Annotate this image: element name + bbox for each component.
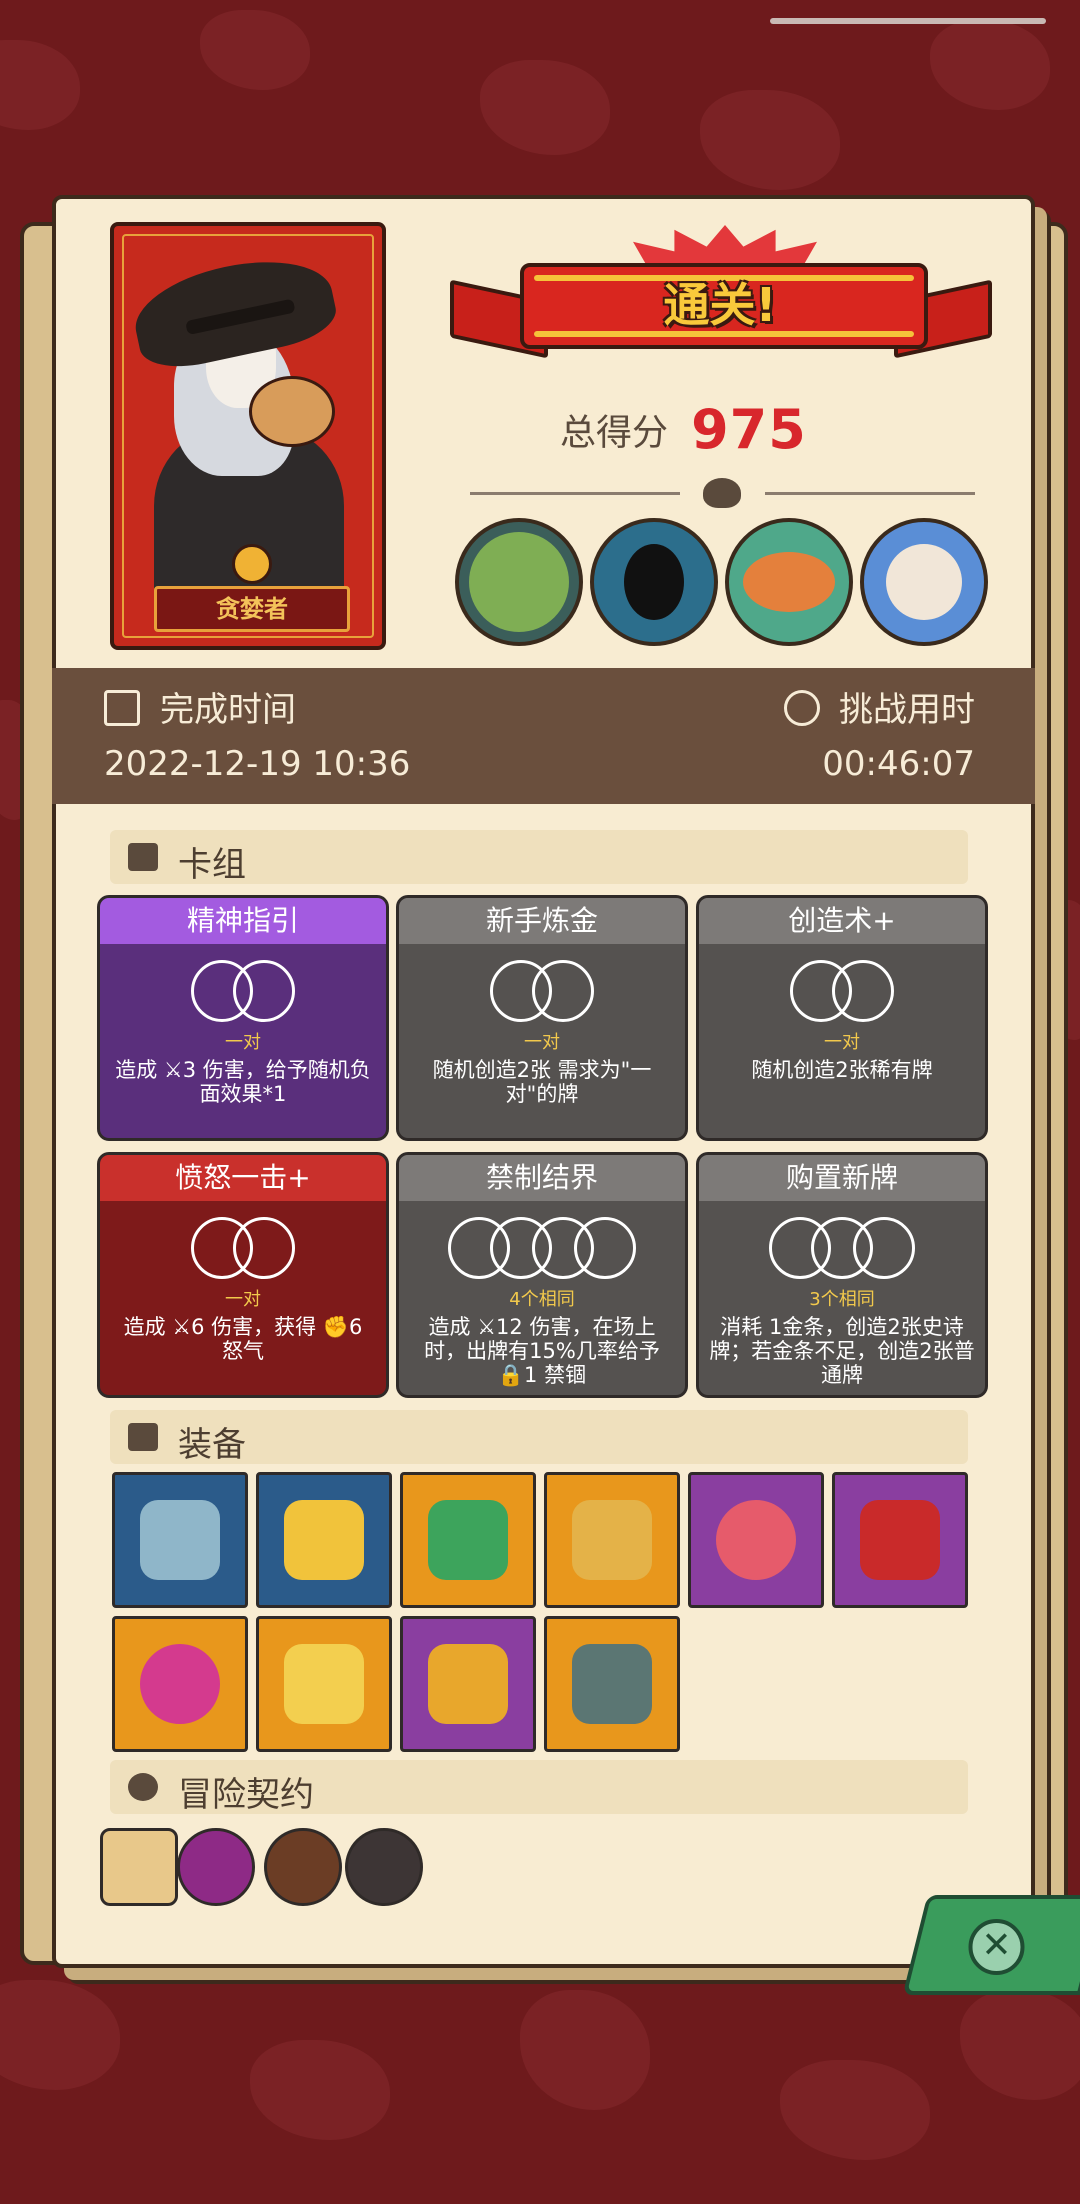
character-emblem-icon — [232, 544, 272, 584]
close-icon: ✕ — [968, 1919, 1025, 1975]
card-name: 新手炼金 — [399, 898, 685, 944]
skull-icon — [703, 478, 741, 508]
boss-knight-avatar[interactable] — [455, 518, 583, 646]
person-icon — [128, 1773, 158, 1801]
finish-time-value: 2022-12-19 10:36 — [104, 744, 411, 784]
deck-card[interactable]: 创造术+ 一对 随机创造2张稀有牌 — [696, 895, 988, 1141]
card-description: 消耗 1金条，创造2张史诗牌；若金条不足，创造2张普通牌 — [709, 1315, 975, 1387]
deck-card[interactable]: 购置新牌 3个相同 消耗 1金条，创造2张史诗牌；若金条不足，创造2张普通牌 — [696, 1152, 988, 1398]
card-description: 造成 ⚔12 伤害，在场上时，出牌有15%几率给予 🔒1 禁锢 — [424, 1315, 660, 1387]
boss-dragon-avatar[interactable] — [860, 518, 988, 646]
card-requirement: 一对 — [824, 1032, 860, 1053]
card-name: 创造术+ — [699, 898, 985, 944]
red-bracelet-icon[interactable] — [832, 1472, 968, 1608]
film-icon — [104, 690, 140, 726]
banner-title: 通关! — [663, 278, 777, 332]
equipment-section-title: 装备 — [178, 1425, 246, 1465]
finish-time-label: 完成时间 — [160, 690, 296, 730]
pink-orb-icon[interactable] — [112, 1616, 248, 1752]
card-requirement: 4个相同 — [509, 1289, 575, 1310]
deck-section-header: 卡组 — [110, 830, 968, 885]
boss-shadow-avatar[interactable] — [590, 518, 718, 646]
card-requirement: 一对 — [524, 1032, 560, 1053]
card-requirement: 3个相同 — [809, 1289, 875, 1310]
boss-fish-avatar[interactable] — [725, 518, 853, 646]
rainbow-swirl-icon[interactable] — [688, 1472, 824, 1608]
box-icon — [128, 1423, 158, 1451]
deck-card[interactable]: 愤怒一击+ 一对 造成 ⚔6 伤害，获得 ✊6 怒气 — [97, 1152, 389, 1398]
scythe-icon[interactable] — [112, 1472, 248, 1608]
card-name: 愤怒一击+ — [100, 1155, 386, 1201]
card-requirement: 一对 — [225, 1289, 261, 1310]
contracts-section-header: 冒险契约 — [110, 1760, 968, 1815]
ornament-divider — [440, 478, 1005, 508]
total-score: 总得分 975 — [560, 398, 960, 461]
character-portrait: 贪婪者 — [110, 222, 386, 650]
score-label: 总得分 — [560, 412, 669, 454]
close-button[interactable]: ✕ — [902, 1895, 1080, 1995]
challenge-time-value: 00:46:07 — [822, 744, 975, 784]
stopwatch-icon — [784, 690, 820, 726]
money-bag-icon — [249, 376, 335, 447]
character-name: 贪婪者 — [154, 586, 350, 632]
challenge-time-label: 挑战用时 — [839, 690, 975, 730]
deck-card[interactable]: 新手炼金 一对 随机创造2张 需求为"一对"的牌 — [396, 895, 688, 1141]
tag-contract-icon[interactable] — [345, 1828, 423, 1906]
victory-banner: 通关! — [450, 225, 992, 359]
gold-crown-icon[interactable] — [256, 1616, 392, 1752]
gold-bowl-icon[interactable] — [400, 1616, 536, 1752]
score-value: 975 — [691, 398, 807, 461]
contracts-section-title: 冒险契约 — [178, 1775, 314, 1815]
iron-helmet-icon[interactable] — [544, 1616, 680, 1752]
deck-card[interactable]: 禁制结界 4个相同 造成 ⚔12 伤害，在场上时，出牌有15%几率给予 🔒1 禁… — [396, 1152, 688, 1398]
deck-card[interactable]: 精神指引 一对 造成 ⚔3 伤害，给予随机负面效果*1 — [97, 895, 389, 1141]
card-description: 造成 ⚔3 伤害，给予随机负面效果*1 — [115, 1058, 371, 1106]
card-description: 造成 ⚔6 伤害，获得 ✊6 怒气 — [123, 1315, 363, 1363]
time-info-bar: 完成时间 2022-12-19 10:36 挑战用时 00:46:07 — [52, 668, 1035, 804]
defeated-bosses — [455, 518, 995, 646]
cards-icon — [128, 843, 158, 871]
card-name: 购置新牌 — [699, 1155, 985, 1201]
gold-helmet-icon[interactable] — [256, 1472, 392, 1608]
green-rune-stone-icon[interactable] — [400, 1472, 536, 1608]
deck-section-title: 卡组 — [178, 845, 246, 885]
card-name: 精神指引 — [100, 898, 386, 944]
card-name: 禁制结界 — [399, 1155, 685, 1201]
demon-contract-icon[interactable] — [177, 1828, 255, 1906]
card-requirement: 一对 — [225, 1032, 261, 1053]
card-description: 随机创造2张稀有牌 — [751, 1058, 933, 1082]
equipment-section-header: 装备 — [110, 1410, 968, 1465]
scroll-icon[interactable] — [100, 1828, 178, 1906]
pipe-contract-icon[interactable] — [264, 1828, 342, 1906]
card-description: 随机创造2张 需求为"一对"的牌 — [432, 1058, 652, 1106]
gold-amulet-icon[interactable] — [544, 1472, 680, 1608]
home-indicator — [770, 18, 1046, 24]
